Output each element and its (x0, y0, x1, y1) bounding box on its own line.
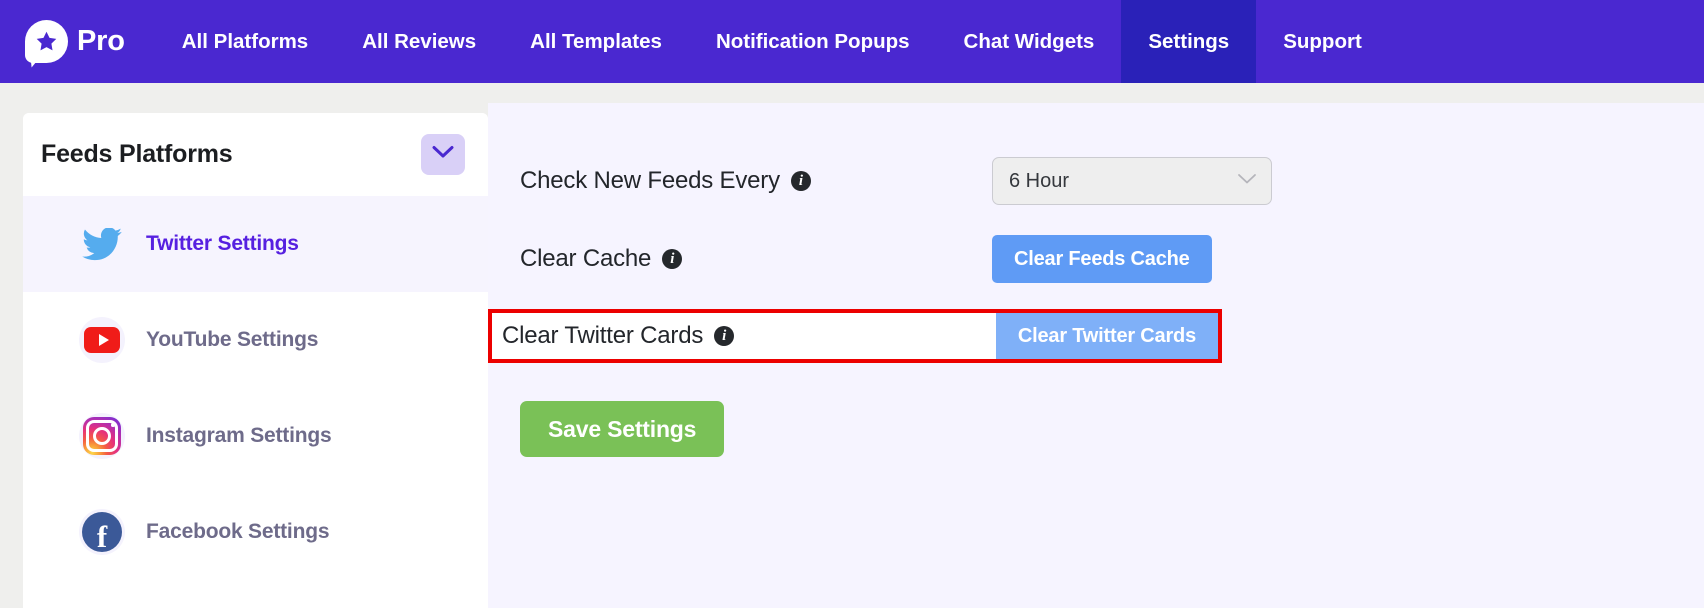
check-new-feeds-every-select[interactable]: 6 Hour (992, 157, 1272, 205)
star-speech-bubble-logo-icon (25, 20, 68, 68)
row-label-text: Clear Twitter Cards (502, 322, 704, 349)
youtube-icon (79, 317, 125, 363)
chevron-down-icon (1237, 172, 1257, 190)
nav-item-support[interactable]: Support (1256, 0, 1389, 83)
nav-items: All Platforms All Reviews All Templates … (155, 0, 1389, 83)
row-clear-twitter-cards: Clear Twitter Cards i Clear Twitter Card… (488, 309, 1222, 363)
row-label: Check New Feeds Every i (520, 167, 992, 195)
nav-item-all-reviews[interactable]: All Reviews (335, 0, 503, 83)
settings-rows: Check New Feeds Every i 6 Hour Clear Cac… (488, 103, 1704, 457)
sidebar-header: Feeds Platforms (23, 113, 488, 196)
info-icon[interactable]: i (714, 326, 735, 346)
info-icon[interactable]: i (790, 171, 811, 191)
nav-item-settings[interactable]: Settings (1121, 0, 1257, 83)
sidebar-item-label: Facebook Settings (146, 520, 330, 543)
sidebar-item-instagram-settings[interactable]: Instagram Settings (23, 388, 488, 484)
clear-feeds-cache-button[interactable]: Clear Feeds Cache (992, 235, 1212, 283)
row-check-new-feeds-every: Check New Feeds Every i 6 Hour (488, 153, 1704, 209)
select-value: 6 Hour (1009, 169, 1070, 192)
row-label: Clear Twitter Cards i (492, 322, 982, 350)
save-settings-button[interactable]: Save Settings (520, 401, 725, 457)
brand-logo-area[interactable]: Pro (0, 0, 155, 83)
info-icon[interactable]: i (662, 249, 683, 269)
top-navigation-bar: Pro All Platforms All Reviews All Templa… (0, 0, 1704, 83)
sidebar-item-youtube-settings[interactable]: YouTube Settings (23, 292, 488, 388)
feeds-platforms-sidebar: Feeds Platforms Twitter Settings YouTube… (23, 113, 488, 608)
sidebar-collapse-button[interactable] (421, 134, 465, 175)
row-label: Clear Cache i (520, 245, 992, 273)
sidebar-item-list: Twitter Settings YouTube Settings Instag… (23, 196, 488, 580)
brand-name: Pro (77, 25, 125, 57)
nav-item-all-platforms[interactable]: All Platforms (155, 0, 335, 83)
nav-item-all-templates[interactable]: All Templates (503, 0, 689, 83)
nav-item-chat-widgets[interactable]: Chat Widgets (937, 0, 1122, 83)
sidebar-item-label: YouTube Settings (146, 328, 319, 351)
sidebar-item-label: Twitter Settings (146, 232, 299, 255)
sidebar-item-twitter-settings[interactable]: Twitter Settings (23, 196, 488, 292)
nav-item-notification-popups[interactable]: Notification Popups (689, 0, 937, 83)
twitter-icon (79, 221, 125, 267)
chevron-down-icon (432, 145, 454, 164)
instagram-icon (79, 413, 125, 459)
clear-twitter-cards-button[interactable]: Clear Twitter Cards (995, 313, 1218, 359)
sidebar-item-facebook-settings[interactable]: f Facebook Settings (23, 484, 488, 580)
row-clear-cache: Clear Cache i Clear Feeds Cache (488, 231, 1704, 287)
settings-main-panel: Check New Feeds Every i 6 Hour Clear Cac… (488, 103, 1704, 608)
save-settings-area: Save Settings (488, 401, 1704, 457)
row-label-text: Check New Feeds Every (520, 167, 780, 194)
sidebar-title: Feeds Platforms (41, 140, 233, 168)
facebook-icon: f (79, 509, 125, 555)
sidebar-item-label: Instagram Settings (146, 424, 332, 447)
row-label-text: Clear Cache (520, 245, 652, 272)
